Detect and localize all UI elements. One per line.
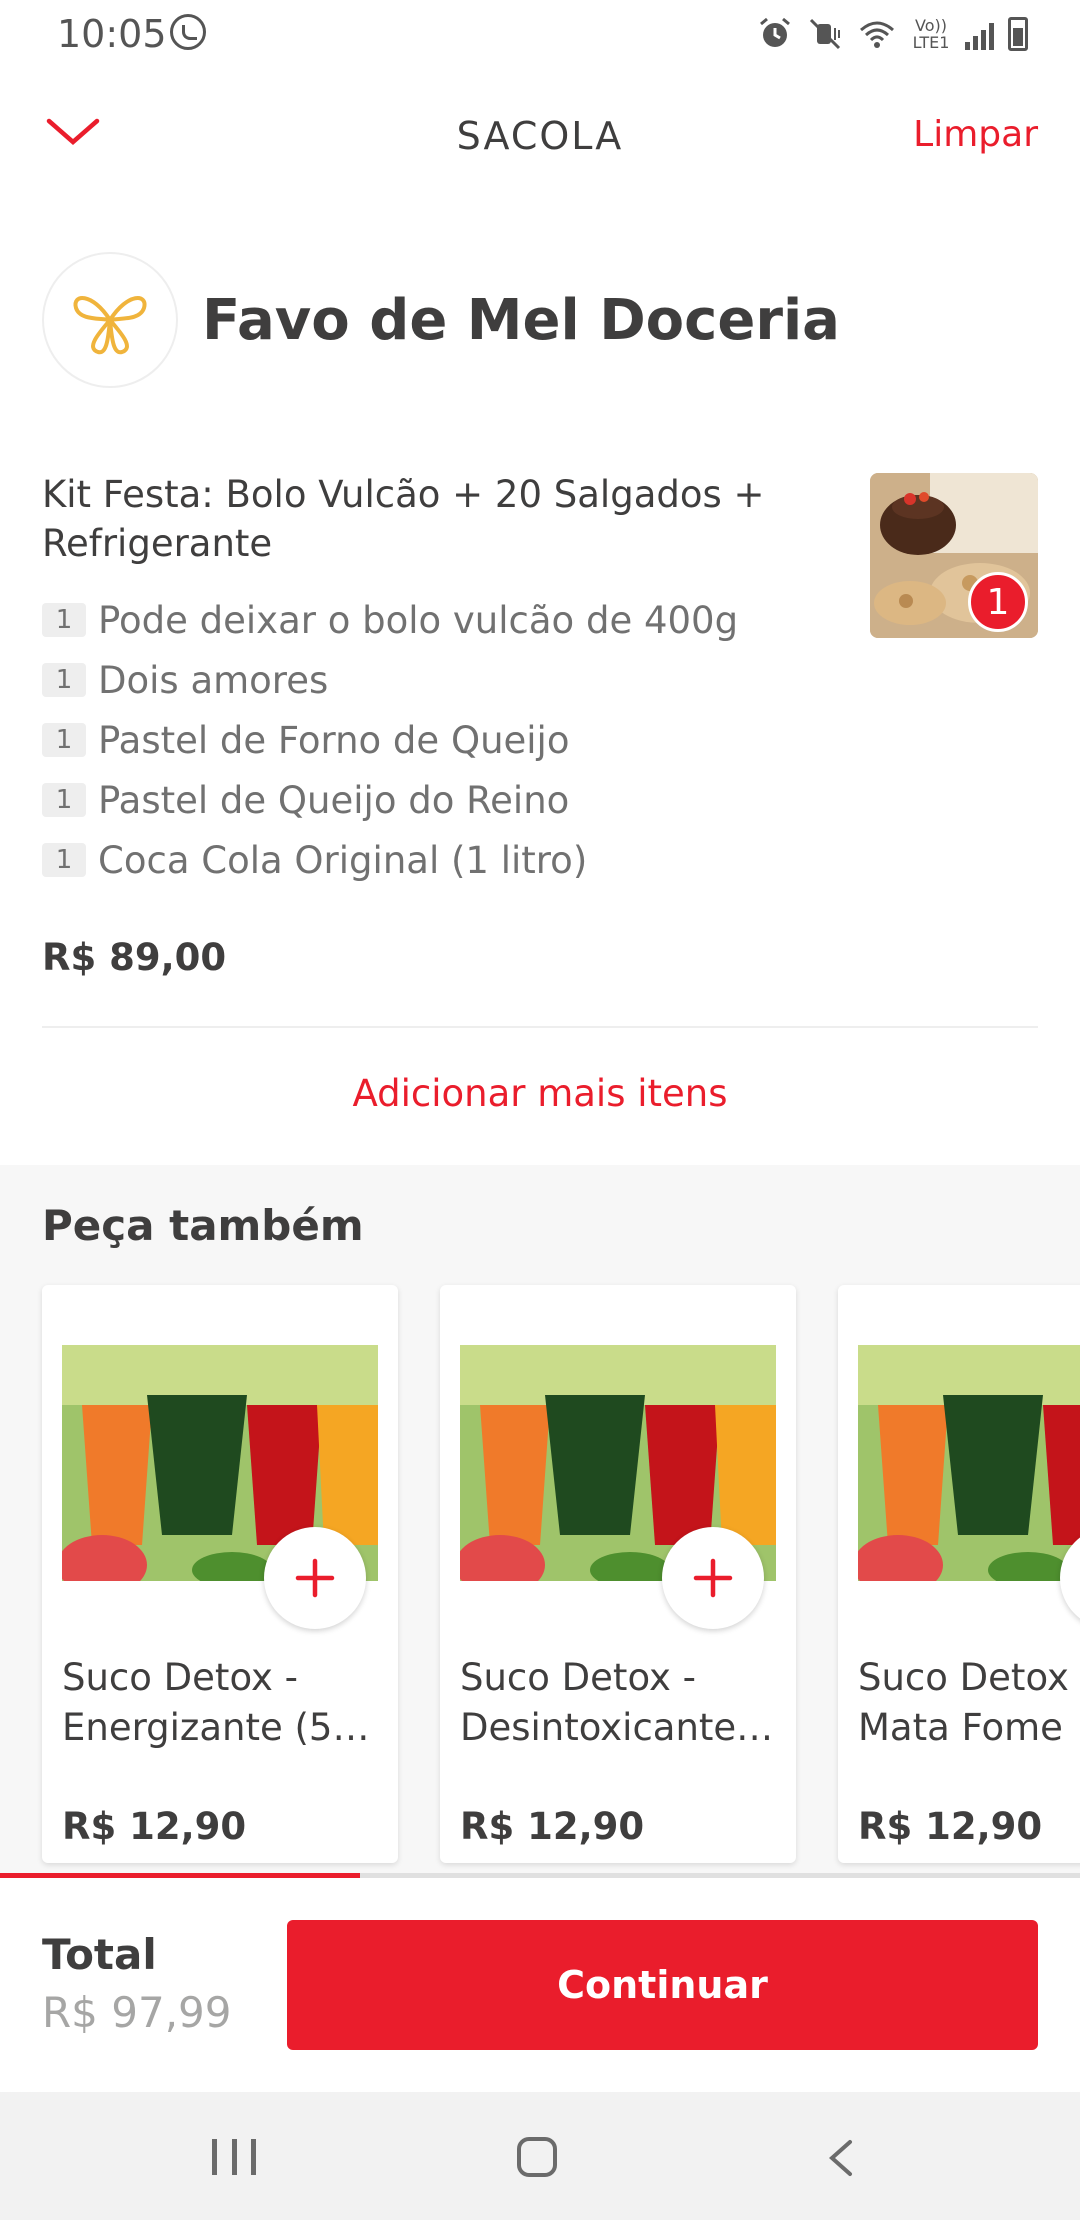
cart-item-title: Kit Festa: Bolo Vulcão + 20 Salgados + R…: [42, 473, 765, 565]
suggestions-carousel[interactable]: Suco Detox - Energizante (5… R$ 12,90 Su…: [42, 1285, 1080, 1863]
list-item: 1 Pastel de Forno de Queijo: [42, 710, 902, 770]
status-bar: 10:05 Vo)) LTE1: [0, 0, 1080, 68]
volte-icon: Vo)) LTE1: [912, 16, 950, 52]
sub-item-name: Coca Cola Original (1 litro): [98, 838, 588, 882]
product-price: R$ 12,90: [460, 1805, 645, 1848]
sub-item-qty: 1: [42, 663, 86, 697]
add-to-cart-button[interactable]: [264, 1527, 366, 1629]
header: SACOLA Limpar: [0, 68, 1080, 204]
continue-button[interactable]: Continuar: [287, 1920, 1038, 2050]
checkout-footer: Total R$ 97,99 Continuar: [0, 1878, 1080, 2092]
plus-icon: [693, 1558, 733, 1598]
wifi-icon: [860, 21, 894, 48]
status-time: 10:05: [57, 12, 167, 56]
product-name: Suco Detox - Desintoxicante…: [460, 1656, 774, 1749]
total-value: R$ 97,99: [42, 1988, 232, 2037]
sub-item-qty: 1: [42, 843, 86, 877]
product-price: R$ 12,90: [858, 1805, 1043, 1848]
battery-icon: [1008, 17, 1028, 51]
signal-icon: [965, 18, 994, 50]
list-item: 1 Dois amores: [42, 650, 902, 710]
store-header: Favo de Mel Doceria: [42, 252, 840, 388]
suggestions-title: Peça também: [42, 1201, 364, 1250]
cart-item-price: R$ 89,00: [42, 936, 227, 979]
butterfly-logo-icon: [73, 296, 147, 355]
total-label: Total: [42, 1930, 157, 1979]
quantity-badge: 1: [968, 572, 1028, 632]
suggestions-section: Peça também Suco Detox - Energizante (5…: [0, 1165, 1080, 1877]
list-item: 1 Pode deixar o bolo vulcão de 400g: [42, 590, 902, 650]
back-icon[interactable]: [822, 2138, 858, 2178]
list-item: 1 Coca Cola Original (1 litro): [42, 830, 902, 890]
home-icon[interactable]: [517, 2137, 557, 2177]
store-name: Favo de Mel Doceria: [202, 287, 840, 353]
sub-item-name: Pode deixar o bolo vulcão de 400g: [98, 598, 739, 642]
product-image: [858, 1345, 1080, 1581]
status-icons: Vo)) LTE1: [757, 14, 1028, 54]
mute-icon: [809, 18, 841, 50]
sub-item-name: Dois amores: [98, 658, 329, 702]
plus-icon: [295, 1558, 335, 1598]
sub-item-name: Pastel de Queijo do Reino: [98, 778, 570, 822]
add-more-items-button[interactable]: Adicionar mais itens: [0, 1072, 1080, 1115]
sub-item-list: 1 Pode deixar o bolo vulcão de 400g 1 Dois…: [42, 590, 902, 890]
add-to-cart-button[interactable]: [662, 1527, 764, 1629]
product-card[interactable]: Suco Detox - Energizante (5… R$ 12,90: [42, 1285, 398, 1863]
divider: [42, 1026, 1038, 1028]
product-card[interactable]: Suco Detox - Desintoxicante… R$ 12,90: [440, 1285, 796, 1863]
store-logo: [42, 252, 178, 388]
system-nav-bar: [0, 2092, 1080, 2220]
sub-item-qty: 1: [42, 723, 86, 757]
recent-apps-icon[interactable]: [212, 2139, 256, 2175]
product-name: Suco Detox - Mata Fome: [858, 1656, 1080, 1749]
product-name: Suco Detox - Energizante (5…: [62, 1656, 370, 1749]
clear-button[interactable]: Limpar: [913, 114, 1038, 155]
product-card[interactable]: Suco Detox - Mata Fome R$ 12,90: [838, 1285, 1080, 1863]
sub-item-name: Pastel de Forno de Queijo: [98, 718, 570, 762]
product-price: R$ 12,90: [62, 1805, 247, 1848]
sub-item-qty: 1: [42, 603, 86, 637]
list-item: 1 Pastel de Queijo do Reino: [42, 770, 902, 830]
alarm-icon: [760, 17, 790, 47]
whatsapp-icon: [170, 14, 206, 50]
sub-item-qty: 1: [42, 783, 86, 817]
